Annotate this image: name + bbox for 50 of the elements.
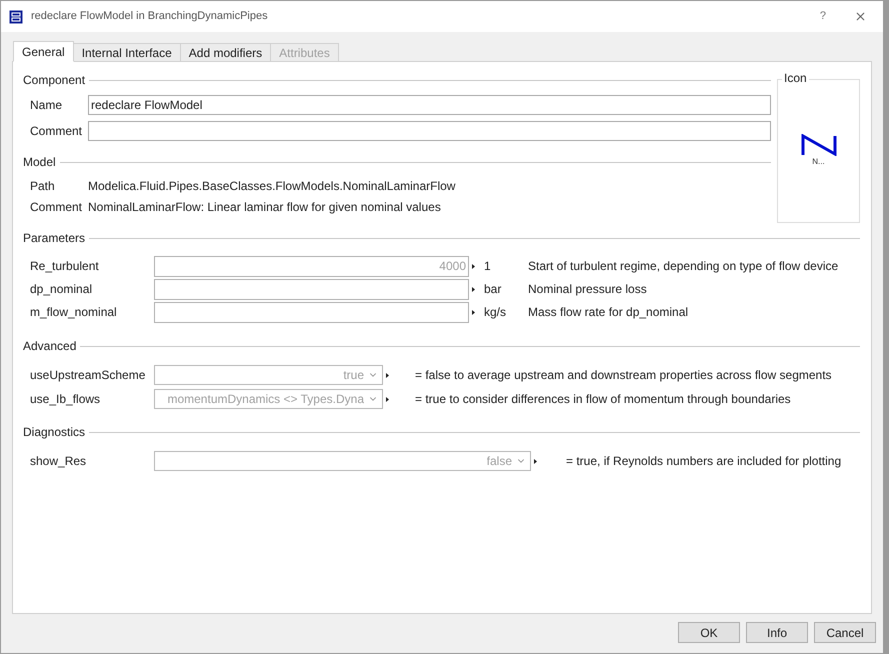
app-icon xyxy=(9,10,23,24)
dialog-button[interactable]: Cancel xyxy=(814,622,876,643)
close-icon xyxy=(854,10,867,23)
unit-label: 1 xyxy=(484,258,492,275)
parameter-field[interactable] xyxy=(154,302,469,322)
window-title: redeclare FlowModel in BranchingDynamicPipes xyxy=(31,9,269,24)
menu-arrow-icon[interactable] xyxy=(472,286,475,292)
field-label: Path xyxy=(30,178,56,194)
model-icon xyxy=(800,134,836,156)
parameter-label: useUpstreamScheme xyxy=(30,367,146,384)
unit-label: bar xyxy=(484,281,502,298)
help-button[interactable]: ? xyxy=(812,8,834,25)
parameter-label: show_Res xyxy=(30,453,88,470)
text-field[interactable] xyxy=(88,121,771,141)
field-label: Comment xyxy=(30,123,84,140)
parameter-description: = false to average upstream and downstream properties across flow segments xyxy=(415,367,832,384)
menu-arrow-icon[interactable] xyxy=(472,264,475,268)
parameter-label: dp_nominal xyxy=(30,281,94,298)
parameter-field[interactable] xyxy=(154,278,469,300)
parameter-description: Mass flow rate for dp_nominal xyxy=(528,304,688,321)
parameter-label: use_Ib_flows xyxy=(30,391,102,408)
icon-panel-title: Icon xyxy=(782,71,809,85)
icon-caption: N... xyxy=(812,156,825,168)
field-value: Modelica.Fluid.Pipes.BaseClasses.FlowModels.NominalLaminarFlow xyxy=(88,178,456,194)
parameter-label: m_flow_nominal xyxy=(30,304,118,321)
tab[interactable]: Add modifiers xyxy=(180,43,272,62)
field-label: Name xyxy=(30,97,64,114)
parameter-description: Nominal pressure loss xyxy=(528,281,647,298)
section-title: Model xyxy=(23,154,56,171)
menu-arrow-icon[interactable] xyxy=(386,396,389,402)
menu-arrow-icon[interactable] xyxy=(534,458,537,464)
section-title: Diagnostics xyxy=(23,424,86,441)
parameter-description: = true to consider differences in flow of momentum through boundaries xyxy=(415,391,791,408)
section-title: Advanced xyxy=(23,338,76,355)
menu-arrow-icon[interactable] xyxy=(386,372,389,378)
tab[interactable]: Internal Interface xyxy=(72,43,181,62)
unit-label: kg/s xyxy=(484,304,508,321)
text-field[interactable]: redeclare FlowModel xyxy=(88,95,771,115)
parameter-description: = true, if Reynolds numbers are included for plotting xyxy=(566,453,842,470)
tab[interactable]: General xyxy=(13,41,74,62)
dialog-button[interactable]: Info xyxy=(746,622,808,643)
parameter-field[interactable]: 4000 xyxy=(154,256,469,276)
parameter-description: Start of turbulent regime, depending on type of flow device xyxy=(528,258,838,275)
section-title: Parameters xyxy=(23,230,86,247)
parameter-label: Re_turbulent xyxy=(30,258,100,275)
field-value: NominalLaminarFlow: Linear laminar flow for given nominal values xyxy=(88,198,441,216)
section-title: Component xyxy=(23,72,86,89)
menu-arrow-icon[interactable] xyxy=(472,310,475,314)
field-label: Comment xyxy=(30,198,84,216)
dialog-button[interactable]: OK xyxy=(678,622,740,643)
